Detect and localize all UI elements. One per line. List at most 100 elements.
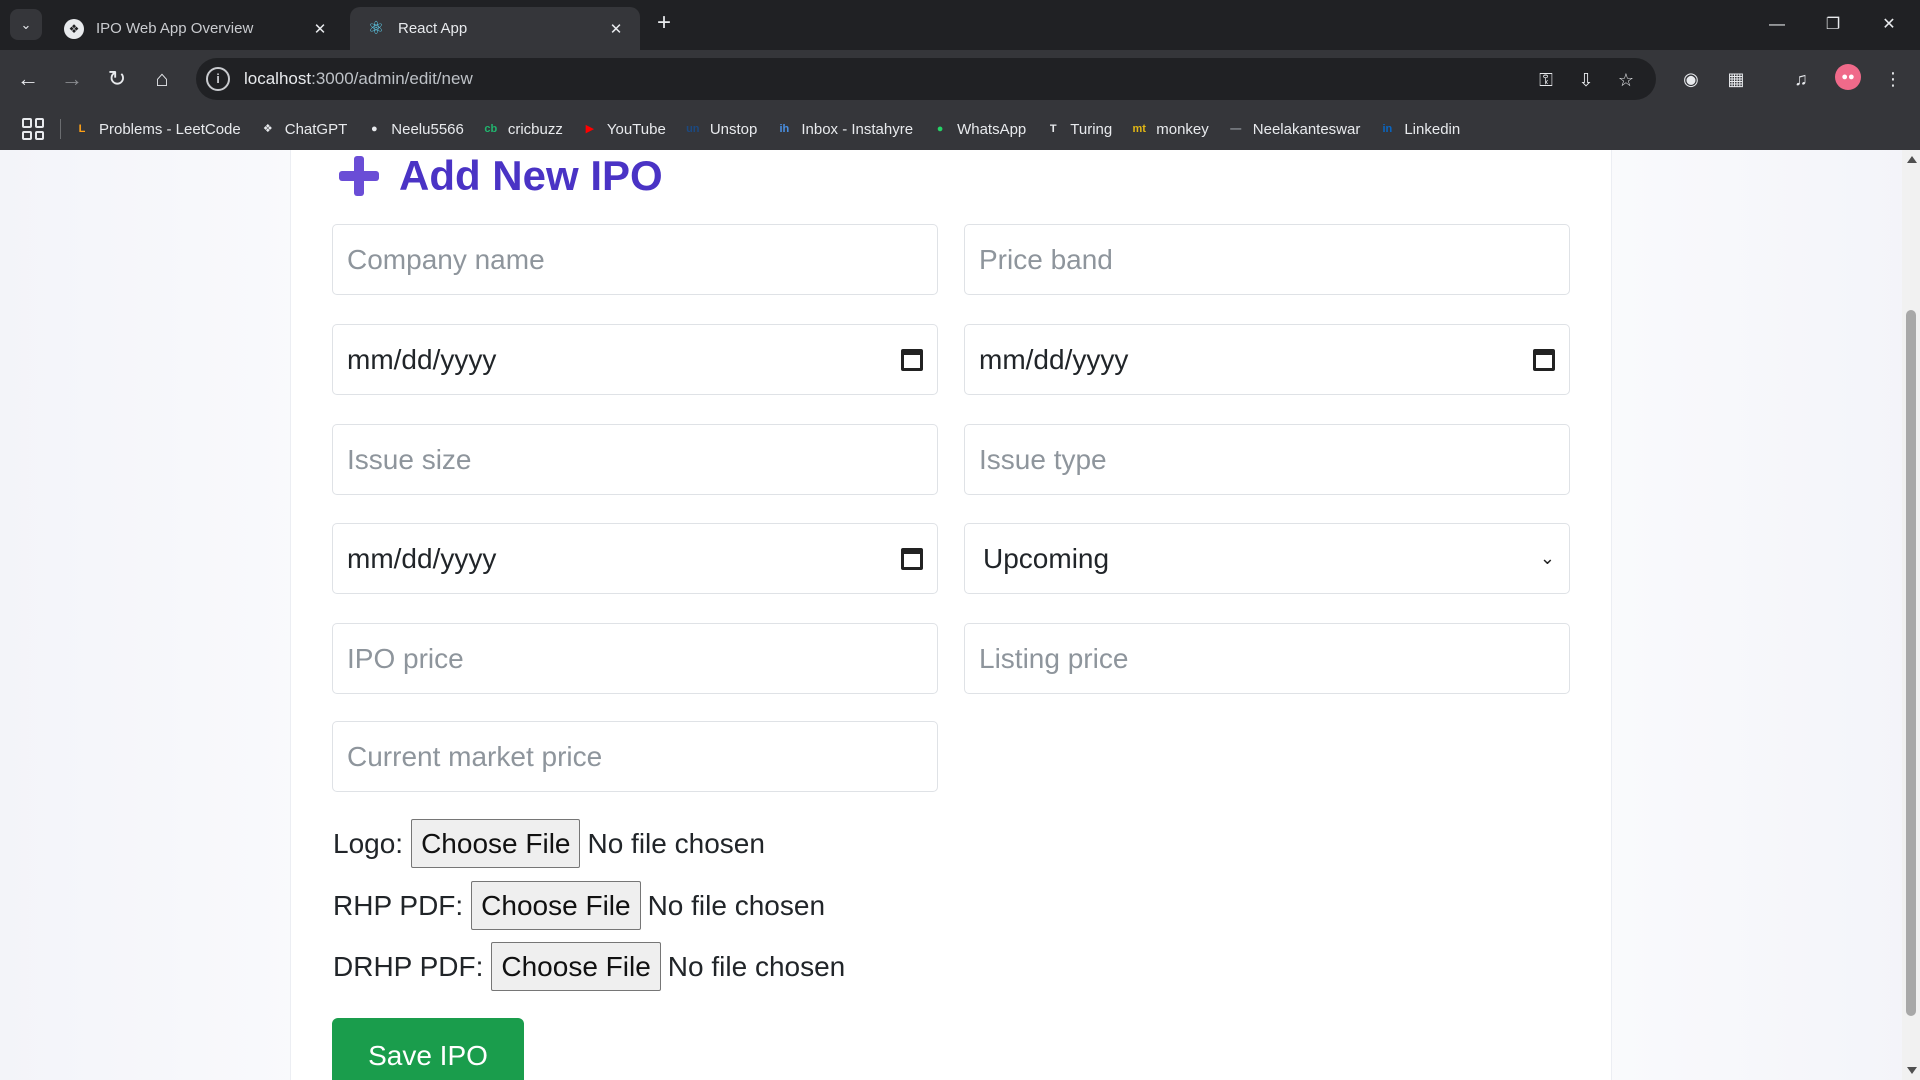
- github-icon: ●: [370, 123, 378, 135]
- bookmark-linkedin[interactable]: in Linkedin: [1378, 120, 1460, 138]
- current-market-price-field[interactable]: [332, 721, 938, 792]
- bookmark-neelu5566[interactable]: ● Neelu5566: [365, 120, 464, 138]
- logo-file-row: Logo: Choose File No file chosen: [333, 819, 765, 868]
- bookmark-youtube[interactable]: ▶ YouTube: [581, 120, 666, 138]
- home-button[interactable]: ⌂: [147, 64, 177, 94]
- bookmark-cricbuzz[interactable]: cb cricbuzz: [482, 120, 562, 138]
- react-icon: ⚛: [367, 18, 385, 38]
- current-market-price-input[interactable]: [347, 740, 923, 773]
- listing-date-value: mm/dd/yyyy: [347, 542, 497, 574]
- url-path: :3000/admin/edit/new: [311, 69, 473, 88]
- url-text[interactable]: localhost:3000/admin/edit/new: [244, 69, 473, 89]
- close-window-button[interactable]: ✕: [1866, 10, 1912, 40]
- calendar-icon[interactable]: [901, 547, 923, 570]
- scroll-down-icon[interactable]: [1907, 1067, 1917, 1074]
- site-info-icon[interactable]: i: [206, 67, 230, 91]
- listing-price-input[interactable]: [979, 642, 1555, 675]
- browser-toolbar: ← → ↻ ⌂ i localhost:3000/admin/edit/new …: [0, 50, 1920, 108]
- bookmark-list: L Problems - LeetCode ❖ ChatGPT ● Neelu5566 cb…: [73, 120, 1478, 138]
- bookmark-whatsapp[interactable]: ● WhatsApp: [931, 120, 1027, 138]
- issue-type-field[interactable]: [964, 424, 1570, 495]
- listing-date-field[interactable]: mm/dd/yyyy: [332, 523, 938, 594]
- status-select[interactable]: Upcoming ⌄: [964, 523, 1570, 594]
- issue-type-input[interactable]: [979, 443, 1555, 476]
- leetcode-icon: L: [78, 123, 86, 135]
- save-ipo-button[interactable]: Save IPO: [332, 1018, 524, 1080]
- drhp-file-row: DRHP PDF: Choose File No file chosen: [333, 942, 845, 991]
- company-name-input[interactable]: [347, 243, 923, 276]
- bookmark-monkey[interactable]: mt monkey: [1130, 120, 1209, 138]
- rhp-choose-file-button[interactable]: Choose File: [471, 881, 641, 930]
- company-name-field[interactable]: [332, 224, 938, 295]
- turing-icon: T: [1049, 123, 1057, 135]
- tab-bar: ⌄ ❖ IPO Web App Overview ✕ ⚛ React App ✕…: [0, 0, 1920, 50]
- minimize-button[interactable]: —: [1754, 10, 1800, 40]
- arrow-left-icon: ←: [17, 66, 39, 91]
- address-bar[interactable]: i localhost:3000/admin/edit/new ⚿ ⇩ ☆: [196, 58, 1656, 100]
- close-icon[interactable]: ✕: [310, 20, 330, 38]
- link-icon: —: [1230, 123, 1242, 135]
- reload-icon: ↻: [107, 66, 127, 91]
- more-menu-icon[interactable]: ⋮: [1880, 66, 1906, 92]
- bookmark-star-icon[interactable]: ☆: [1614, 68, 1638, 92]
- profile-avatar[interactable]: ●●: [1835, 64, 1861, 90]
- bookmark-chatgpt[interactable]: ❖ ChatGPT: [259, 120, 347, 138]
- bookmark-label: Problems - LeetCode: [99, 120, 241, 138]
- bookmark-label: Turing: [1070, 120, 1113, 138]
- issue-size-input[interactable]: [347, 443, 923, 476]
- close-date-field[interactable]: mm/dd/yyyy: [964, 324, 1570, 395]
- scrollbar-thumb[interactable]: [1906, 310, 1916, 1016]
- extension-record-icon[interactable]: ◉: [1678, 66, 1704, 92]
- bookmark-neelakanteswar[interactable]: — Neelakanteswar: [1227, 120, 1360, 138]
- openai-icon: ❖: [262, 123, 273, 135]
- ipo-price-input[interactable]: [347, 642, 923, 675]
- bookmark-inbox-instahyre[interactable]: ih Inbox - Instahyre: [775, 120, 913, 138]
- page-scrollbar[interactable]: [1902, 150, 1920, 1080]
- divider: [60, 119, 61, 139]
- price-band-input[interactable]: [979, 243, 1555, 276]
- bookmark-unstop[interactable]: un Unstop: [684, 120, 757, 138]
- install-app-icon[interactable]: ⇩: [1574, 68, 1598, 92]
- cricbuzz-icon: cb: [484, 123, 498, 135]
- file-label: DRHP PDF:: [333, 950, 484, 982]
- tab-ipo-overview[interactable]: ❖ IPO Web App Overview ✕: [48, 7, 344, 50]
- back-button[interactable]: ←: [13, 64, 43, 94]
- file-status: No file chosen: [647, 889, 826, 921]
- open-date-field[interactable]: mm/dd/yyyy: [332, 324, 938, 395]
- listing-price-field[interactable]: [964, 623, 1570, 694]
- extensions-puzzle-icon[interactable]: ▦: [1723, 66, 1749, 92]
- bookmark-problems-leetcode[interactable]: L Problems - LeetCode: [73, 120, 241, 138]
- open-date-value: mm/dd/yyyy: [347, 343, 497, 375]
- instahyre-icon: ih: [779, 123, 790, 135]
- openai-icon: ❖: [64, 18, 84, 39]
- youtube-icon: ▶: [585, 123, 595, 135]
- issue-size-field[interactable]: [332, 424, 938, 495]
- tab-react-app[interactable]: ⚛ React App ✕: [350, 7, 640, 50]
- file-label: RHP PDF:: [333, 889, 464, 921]
- chevron-down-icon: ⌄: [1539, 548, 1555, 568]
- drhp-choose-file-button[interactable]: Choose File: [491, 942, 661, 991]
- page-viewport: Add New IPO mm/dd/yyyy mm/dd/yyyy mm/dd/…: [0, 150, 1920, 1080]
- ipo-price-field[interactable]: [332, 623, 938, 694]
- url-host: localhost: [244, 69, 312, 88]
- apps-grid-icon[interactable]: [22, 118, 44, 140]
- bookmark-turing[interactable]: T Turing: [1044, 120, 1112, 138]
- close-icon[interactable]: ✕: [606, 20, 626, 38]
- scroll-up-icon[interactable]: [1907, 156, 1917, 163]
- page-title: Add New IPO: [339, 152, 663, 200]
- bookmark-label: Linkedin: [1404, 120, 1461, 138]
- tab-search-button[interactable]: ⌄: [10, 9, 42, 40]
- file-status: No file chosen: [667, 950, 846, 982]
- price-band-field[interactable]: [964, 224, 1570, 295]
- reload-button[interactable]: ↻: [102, 64, 132, 94]
- bookmark-label: monkey: [1156, 120, 1209, 138]
- logo-choose-file-button[interactable]: Choose File: [411, 819, 581, 868]
- new-tab-button[interactable]: +: [652, 11, 676, 36]
- media-controls-icon[interactable]: ♫: [1788, 66, 1814, 92]
- ipo-form-card: Add New IPO mm/dd/yyyy mm/dd/yyyy mm/dd/…: [290, 150, 1612, 1080]
- forward-button[interactable]: →: [57, 64, 87, 94]
- restore-button[interactable]: ❐: [1810, 10, 1856, 40]
- password-key-icon[interactable]: ⚿: [1534, 68, 1558, 92]
- calendar-icon[interactable]: [901, 348, 923, 371]
- calendar-icon[interactable]: [1533, 348, 1555, 371]
